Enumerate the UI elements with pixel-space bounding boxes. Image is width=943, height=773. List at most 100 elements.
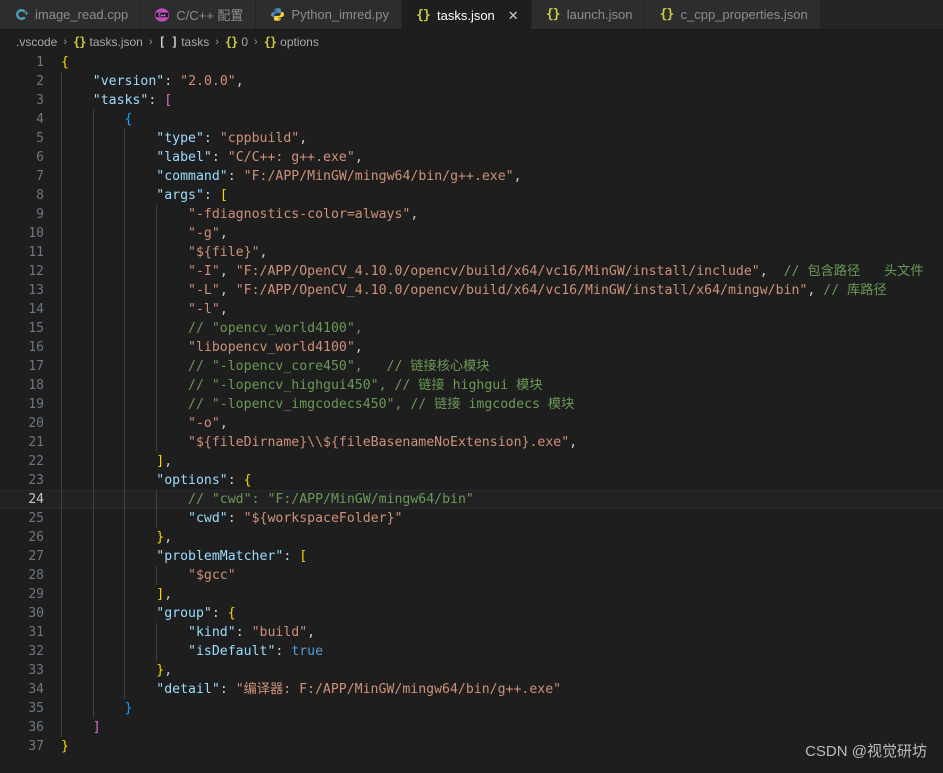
line-number: 12 bbox=[28, 264, 44, 279]
editor-tab-image-read-cpp[interactable]: image_read.cpp bbox=[0, 0, 142, 29]
line-number: 28 bbox=[28, 568, 44, 583]
code-text: "-fdiagnostics-color=always", bbox=[188, 207, 419, 222]
json-string: "${workspaceFolder}" bbox=[243, 511, 403, 526]
code-line[interactable]: 28 "$gcc" bbox=[0, 566, 943, 585]
code-line[interactable]: 1{ bbox=[0, 53, 943, 72]
editor-tab-launch-json[interactable]: {} launch.json bbox=[531, 0, 646, 29]
line-number: 4 bbox=[36, 112, 44, 127]
editor-tab-c-c-[interactable]: C++ C/C++ 配置 bbox=[141, 0, 257, 29]
json-string: "编译器: F:/APP/MinGW/mingw64/bin/g++.exe" bbox=[235, 682, 562, 697]
code-line[interactable]: 16 "libopencv_world4100", bbox=[0, 338, 943, 357]
code-line[interactable]: 14 "-l", bbox=[0, 300, 943, 319]
line-number: 14 bbox=[28, 302, 44, 317]
code-line[interactable]: 3 "tasks": [ bbox=[0, 91, 943, 110]
code-line[interactable]: 34 "detail": "编译器: F:/APP/MinGW/mingw64/… bbox=[0, 680, 943, 699]
code-text: // "cwd": "F:/APP/MinGW/mingw64/bin" bbox=[61, 490, 474, 509]
json-file-icon: {} bbox=[659, 7, 675, 22]
json-key: "version" bbox=[92, 74, 165, 89]
cpp-config-icon: C++ bbox=[154, 7, 170, 23]
json-key: "group" bbox=[156, 606, 212, 621]
line-number: 2 bbox=[36, 74, 44, 89]
json-bracket: ] bbox=[92, 720, 101, 735]
code-line[interactable]: 18 // "-lopencv_highgui450", // 链接 highg… bbox=[0, 376, 943, 395]
json-key: "problemMatcher" bbox=[156, 549, 284, 564]
json-bracket: } bbox=[61, 739, 69, 754]
json-key: "options" bbox=[156, 473, 228, 488]
code-text: "-I", "F:/APP/OpenCV_4.10.0/opencv/build… bbox=[188, 264, 924, 279]
cpp-file-icon bbox=[13, 7, 29, 23]
json-key: "label" bbox=[156, 150, 212, 165]
json-string: "$gcc" bbox=[188, 568, 236, 583]
json-string: "-l" bbox=[188, 302, 220, 317]
code-line[interactable]: 27 "problemMatcher": [ bbox=[0, 547, 943, 566]
code-text: ], bbox=[156, 454, 173, 469]
code-comment: // "cwd": "F:/APP/MinGW/mingw64/bin" bbox=[188, 492, 474, 507]
line-number: 31 bbox=[28, 625, 44, 640]
svg-text:C++: C++ bbox=[159, 12, 167, 17]
code-line[interactable]: 33 }, bbox=[0, 661, 943, 680]
code-line[interactable]: 11 "${file}", bbox=[0, 243, 943, 262]
code-line[interactable]: 35 } bbox=[0, 699, 943, 718]
code-line[interactable]: 22 ], bbox=[0, 452, 943, 471]
line-number: 17 bbox=[28, 359, 44, 374]
code-comment: // 库路径 bbox=[823, 283, 887, 298]
code-line[interactable]: 6 "label": "C/C++: g++.exe", bbox=[0, 148, 943, 167]
line-number: 1 bbox=[36, 55, 44, 70]
line-number: 6 bbox=[36, 150, 44, 165]
json-key: "cwd" bbox=[188, 511, 228, 526]
code-line[interactable]: 8 "args": [ bbox=[0, 186, 943, 205]
code-line[interactable]: 21 "${fileDirname}\\${fileBasenameNoExte… bbox=[0, 433, 943, 452]
line-number: 20 bbox=[28, 416, 44, 431]
code-line[interactable]: 31 "kind": "build", bbox=[0, 623, 943, 642]
code-text: "cwd": "${workspaceFolder}" bbox=[188, 511, 403, 526]
close-icon[interactable]: ✕ bbox=[508, 9, 519, 22]
code-line[interactable]: 4 { bbox=[0, 110, 943, 129]
breadcrumb-item-options[interactable]: {} options bbox=[264, 35, 319, 49]
code-line[interactable]: 2 "version": "2.0.0", bbox=[0, 72, 943, 91]
editor-tab-tasks-json[interactable]: {} tasks.json ✕ bbox=[401, 0, 532, 29]
code-line[interactable]: 20 "-o", bbox=[0, 414, 943, 433]
line-number: 5 bbox=[36, 131, 44, 146]
code-line[interactable]: 13 "-L", "F:/APP/OpenCV_4.10.0/opencv/bu… bbox=[0, 281, 943, 300]
line-number: 35 bbox=[28, 701, 44, 716]
code-comment: // "-lopencv_core450", // 链接核心模块 bbox=[188, 359, 490, 374]
code-text: }, bbox=[156, 663, 173, 678]
code-line[interactable]: 15 // "opencv_world4100", bbox=[0, 319, 943, 338]
json-file-icon: {} bbox=[416, 7, 431, 23]
code-line[interactable]: 30 "group": { bbox=[0, 604, 943, 623]
code-line[interactable]: 32 "isDefault": true bbox=[0, 642, 943, 661]
code-line[interactable]: 24 // "cwd": "F:/APP/MinGW/mingw64/bin" bbox=[0, 490, 943, 509]
breadcrumb-item-tasks-json[interactable]: {} tasks.json bbox=[73, 35, 143, 49]
code-line[interactable]: 9 "-fdiagnostics-color=always", bbox=[0, 205, 943, 224]
editor-tab-python-imred-py[interactable]: Python_imred.py bbox=[256, 0, 402, 29]
code-text: "libopencv_world4100", bbox=[188, 340, 363, 355]
code-line[interactable]: 25 "cwd": "${workspaceFolder}" bbox=[0, 509, 943, 528]
code-text: "-g", bbox=[188, 226, 228, 241]
json-bracket: { bbox=[227, 606, 236, 621]
code-text: "${fileDirname}\\${fileBasenameNoExtensi… bbox=[188, 435, 578, 450]
code-line[interactable]: 17 // "-lopencv_core450", // 链接核心模块 bbox=[0, 357, 943, 376]
code-line[interactable]: 26 }, bbox=[0, 528, 943, 547]
line-number: 32 bbox=[28, 644, 44, 659]
code-line[interactable]: 10 "-g", bbox=[0, 224, 943, 243]
breadcrumb-item-tasks[interactable]: [ ] tasks bbox=[159, 35, 210, 49]
code-line[interactable]: 7 "command": "F:/APP/MinGW/mingw64/bin/g… bbox=[0, 167, 943, 186]
code-line[interactable]: 37} bbox=[0, 737, 943, 756]
code-line[interactable]: 23 "options": { bbox=[0, 471, 943, 490]
code-editor[interactable]: 1{2 "version": "2.0.0", 3 "tasks": [4 {5 … bbox=[0, 53, 943, 773]
code-line[interactable]: 12 "-I", "F:/APP/OpenCV_4.10.0/opencv/bu… bbox=[0, 262, 943, 281]
editor-tab-c-cpp-properties-json[interactable]: {} c_cpp_properties.json bbox=[645, 0, 821, 29]
line-number: 30 bbox=[28, 606, 44, 621]
code-line[interactable]: 36 ] bbox=[0, 718, 943, 737]
code-text: ], bbox=[156, 587, 173, 602]
code-line[interactable]: 19 // "-lopencv_imgcodecs450", // 链接 img… bbox=[0, 395, 943, 414]
json-bracket: } bbox=[124, 701, 133, 716]
line-number: 25 bbox=[28, 511, 44, 526]
json-string: "F:/APP/OpenCV_4.10.0/opencv/build/x64/v… bbox=[235, 264, 760, 279]
breadcrumb-item-0[interactable]: {} 0 bbox=[225, 35, 248, 49]
code-line[interactable]: 5 "type": "cppbuild", bbox=[0, 129, 943, 148]
code-line[interactable]: 29 ], bbox=[0, 585, 943, 604]
line-number: 36 bbox=[28, 720, 44, 735]
json-key: "command" bbox=[156, 169, 228, 184]
breadcrumb-item--vscode[interactable]: .vscode bbox=[16, 35, 57, 49]
